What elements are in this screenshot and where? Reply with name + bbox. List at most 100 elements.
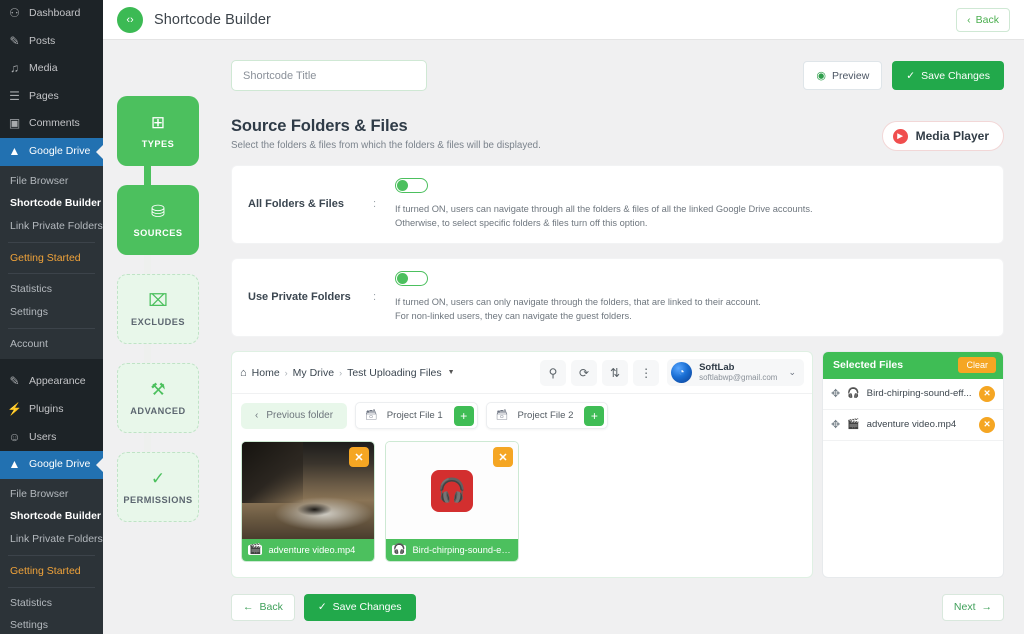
options-list: All Folders & Files : If turned ON, user… bbox=[231, 165, 1004, 337]
back-button-top[interactable]: ‹ Back bbox=[956, 7, 1010, 32]
more-vertical-icon[interactable]: ⋮ bbox=[633, 359, 660, 386]
selected-files-panel: Selected Files Clear ✥ 🎧 Bird-chirping-s… bbox=[822, 350, 1004, 578]
breadcrumb-item[interactable]: Test Uploading Files bbox=[347, 367, 442, 379]
sidebar-item-comments[interactable]: ▣ Comments bbox=[0, 110, 103, 138]
preview-button-label: Preview bbox=[831, 69, 870, 82]
remove-selected-file-button[interactable]: ✕ bbox=[979, 416, 995, 433]
account-name: SoftLab bbox=[699, 361, 735, 373]
remove-file-button[interactable]: ✕ bbox=[349, 447, 369, 468]
submenu-item-file-browser[interactable]: File Browser bbox=[0, 483, 103, 506]
folder-icon: 🗃 bbox=[365, 410, 378, 422]
breadcrumb-item[interactable]: My Drive bbox=[293, 367, 334, 379]
save-changes-button-top[interactable]: ✓ Save Changes bbox=[892, 61, 1004, 90]
file-name-bar: 🎬 adventure video.mp4 bbox=[242, 539, 374, 562]
submenu-item-shortcode-builder[interactable]: Shortcode Builder bbox=[0, 505, 103, 528]
google-drive-submenu[interactable]: File Browser Shortcode Builder Link Privat… bbox=[0, 165, 103, 360]
sidebar-item-dashboard[interactable]: ⚇ Dashboard bbox=[0, 0, 103, 28]
selected-files-list[interactable]: ✥ 🎧 Bird-chirping-sound-eff... ✕ ✥ 🎬 adv… bbox=[823, 379, 1003, 441]
step-types[interactable]: ⊞ TYPES bbox=[117, 96, 199, 166]
folder-icon: 🗃 bbox=[495, 410, 509, 422]
wizard-stepper[interactable]: ⊞ TYPES ⛁ SOURCES ⌧ EXCLUDES ⚒ ADVANCED … bbox=[103, 40, 221, 634]
sidebar-item-plugins[interactable]: ⚡ Plugins bbox=[0, 396, 103, 424]
file-name: adventure video.mp4 bbox=[268, 545, 356, 556]
remove-selected-file-button[interactable]: ✕ bbox=[979, 385, 995, 402]
wordpress-admin-sidebar[interactable]: ⚇ Dashboard ✎ Posts ♫ Media ☰ Pages ▣ Co… bbox=[0, 0, 103, 634]
submenu-item-file-browser[interactable]: File Browser bbox=[0, 170, 103, 193]
sidebar-item-appearance[interactable]: ✎ Appearance bbox=[0, 368, 103, 396]
submenu-separator bbox=[8, 241, 95, 243]
media-icon: ♫ bbox=[10, 61, 19, 76]
submenu-item-settings[interactable]: Settings bbox=[0, 614, 103, 634]
step-advanced[interactable]: ⚒ ADVANCED bbox=[117, 363, 199, 433]
option-desc-line-2: Otherwise, to select specific folders & … bbox=[395, 218, 648, 229]
brush-icon: ✎ bbox=[9, 374, 20, 389]
files-grid[interactable]: ✕ 🎬 adventure video.mp4 🎧 ✕ 🎧 Bird-chirp… bbox=[232, 437, 812, 571]
folder-row: ‹ Previous folder 🗃 Project File 1 + 🗃 P… bbox=[232, 394, 812, 437]
step-permissions[interactable]: ✓ PERMISSIONS bbox=[117, 452, 199, 522]
clear-button[interactable]: Clear bbox=[958, 357, 996, 374]
submenu-item-settings[interactable]: Settings bbox=[0, 301, 103, 324]
remove-file-button[interactable]: ✕ bbox=[493, 447, 513, 468]
breadcrumb-item[interactable]: Home bbox=[252, 367, 280, 379]
option-colon: : bbox=[373, 291, 377, 304]
sidebar-item-pages[interactable]: ☰ Pages bbox=[0, 83, 103, 111]
next-button[interactable]: Next → bbox=[941, 593, 1004, 621]
breadcrumb-separator: › bbox=[284, 367, 288, 378]
check-icon: ✓ bbox=[317, 601, 327, 614]
back-button-bottom[interactable]: ← Back bbox=[231, 593, 295, 621]
sidebar-item-google-drive[interactable]: ▲ Google Drive bbox=[0, 137, 103, 166]
option-control: If turned ON, users can only navigate th… bbox=[395, 270, 987, 324]
google-drive-submenu-duplicate[interactable]: File Browser Shortcode Builder Link Privat… bbox=[0, 478, 103, 634]
submenu-item-getting-started[interactable]: Getting Started bbox=[0, 247, 103, 270]
folder-chip[interactable]: 🗃 Project File 2 + bbox=[485, 402, 609, 430]
shortcode-title-input[interactable] bbox=[231, 60, 427, 91]
submenu-item-getting-started[interactable]: Getting Started bbox=[0, 560, 103, 583]
save-changes-button-bottom[interactable]: ✓ Save Changes bbox=[303, 593, 416, 621]
google-drive-icon: ▲ bbox=[8, 457, 21, 472]
step-excludes[interactable]: ⌧ EXCLUDES bbox=[117, 274, 199, 344]
option-toggle[interactable] bbox=[395, 178, 428, 193]
folder-chips[interactable]: 🗃 Project File 1 + 🗃 Project File 2 + bbox=[355, 402, 609, 430]
step-sources[interactable]: ⛁ SOURCES bbox=[117, 185, 199, 255]
account-selector[interactable]: ◔ SoftLab softlabwp@gmail.com ⌄ bbox=[667, 358, 804, 387]
submenu-item-statistics[interactable]: Statistics bbox=[0, 592, 103, 615]
folder-chip[interactable]: 🗃 Project File 1 + bbox=[355, 402, 478, 430]
file-card[interactable]: 🎧 ✕ 🎧 Bird-chirping-sound-eff... bbox=[385, 441, 519, 563]
breadcrumb-separator: › bbox=[339, 367, 343, 378]
submenu-item-statistics[interactable]: Statistics bbox=[0, 278, 103, 301]
option-toggle[interactable] bbox=[395, 270, 428, 286]
drag-handle-icon[interactable]: ✥ bbox=[831, 387, 840, 400]
add-folder-button[interactable]: + bbox=[453, 405, 474, 426]
submenu-item-shortcode-builder[interactable]: Shortcode Builder bbox=[0, 192, 103, 215]
section-header: Source Folders & Files Select the folder… bbox=[231, 117, 1004, 151]
chevron-down-icon[interactable]: ▼ bbox=[448, 369, 455, 376]
submenu-item-link-private-folders[interactable]: Link Private Folders bbox=[0, 528, 103, 551]
search-icon[interactable]: ⚲ bbox=[540, 359, 567, 386]
selected-file-name: Bird-chirping-sound-eff... bbox=[866, 388, 972, 400]
section-subheading: Select the folders & files from which th… bbox=[231, 140, 541, 151]
breadcrumb[interactable]: ⌂ Home › My Drive › Test Uploading Files ▼ bbox=[240, 367, 455, 379]
preview-button[interactable]: ◉ Preview bbox=[803, 61, 883, 90]
sidebar-item-media[interactable]: ♫ Media bbox=[0, 55, 103, 83]
pages-icon: ☰ bbox=[9, 88, 20, 103]
submenu-item-link-private-folders[interactable]: Link Private Folders bbox=[0, 215, 103, 238]
selected-file-row[interactable]: ✥ 🎬 adventure video.mp4 ✕ bbox=[823, 410, 1003, 441]
headphones-icon: 🎧 bbox=[431, 469, 473, 512]
refresh-icon[interactable]: ⟳ bbox=[571, 359, 598, 386]
add-folder-button[interactable]: + bbox=[584, 405, 605, 426]
chevron-left-icon: ‹ bbox=[967, 13, 971, 26]
google-drive-icon: ▲ bbox=[8, 143, 21, 158]
media-player-button[interactable]: ▶ Media Player bbox=[881, 121, 1004, 151]
previous-folder-button[interactable]: ‹ Previous folder bbox=[241, 402, 348, 429]
selected-file-row[interactable]: ✥ 🎧 Bird-chirping-sound-eff... ✕ bbox=[823, 379, 1003, 410]
sidebar-item-users[interactable]: ☺ Users bbox=[0, 424, 103, 452]
chevron-left-icon: ‹ bbox=[255, 410, 259, 422]
drag-handle-icon[interactable]: ✥ bbox=[831, 418, 840, 431]
submenu-item-account[interactable]: Account bbox=[0, 333, 103, 356]
sidebar-item-google-drive-dup[interactable]: ▲ Google Drive bbox=[0, 451, 103, 479]
toolbar-icons[interactable]: ⚲ ⟳ ⇅ ⋮ bbox=[540, 359, 660, 386]
sort-icon[interactable]: ⇅ bbox=[602, 359, 629, 386]
file-card[interactable]: ✕ 🎬 adventure video.mp4 bbox=[241, 441, 375, 563]
sidebar-item-posts[interactable]: ✎ Posts bbox=[0, 28, 103, 56]
